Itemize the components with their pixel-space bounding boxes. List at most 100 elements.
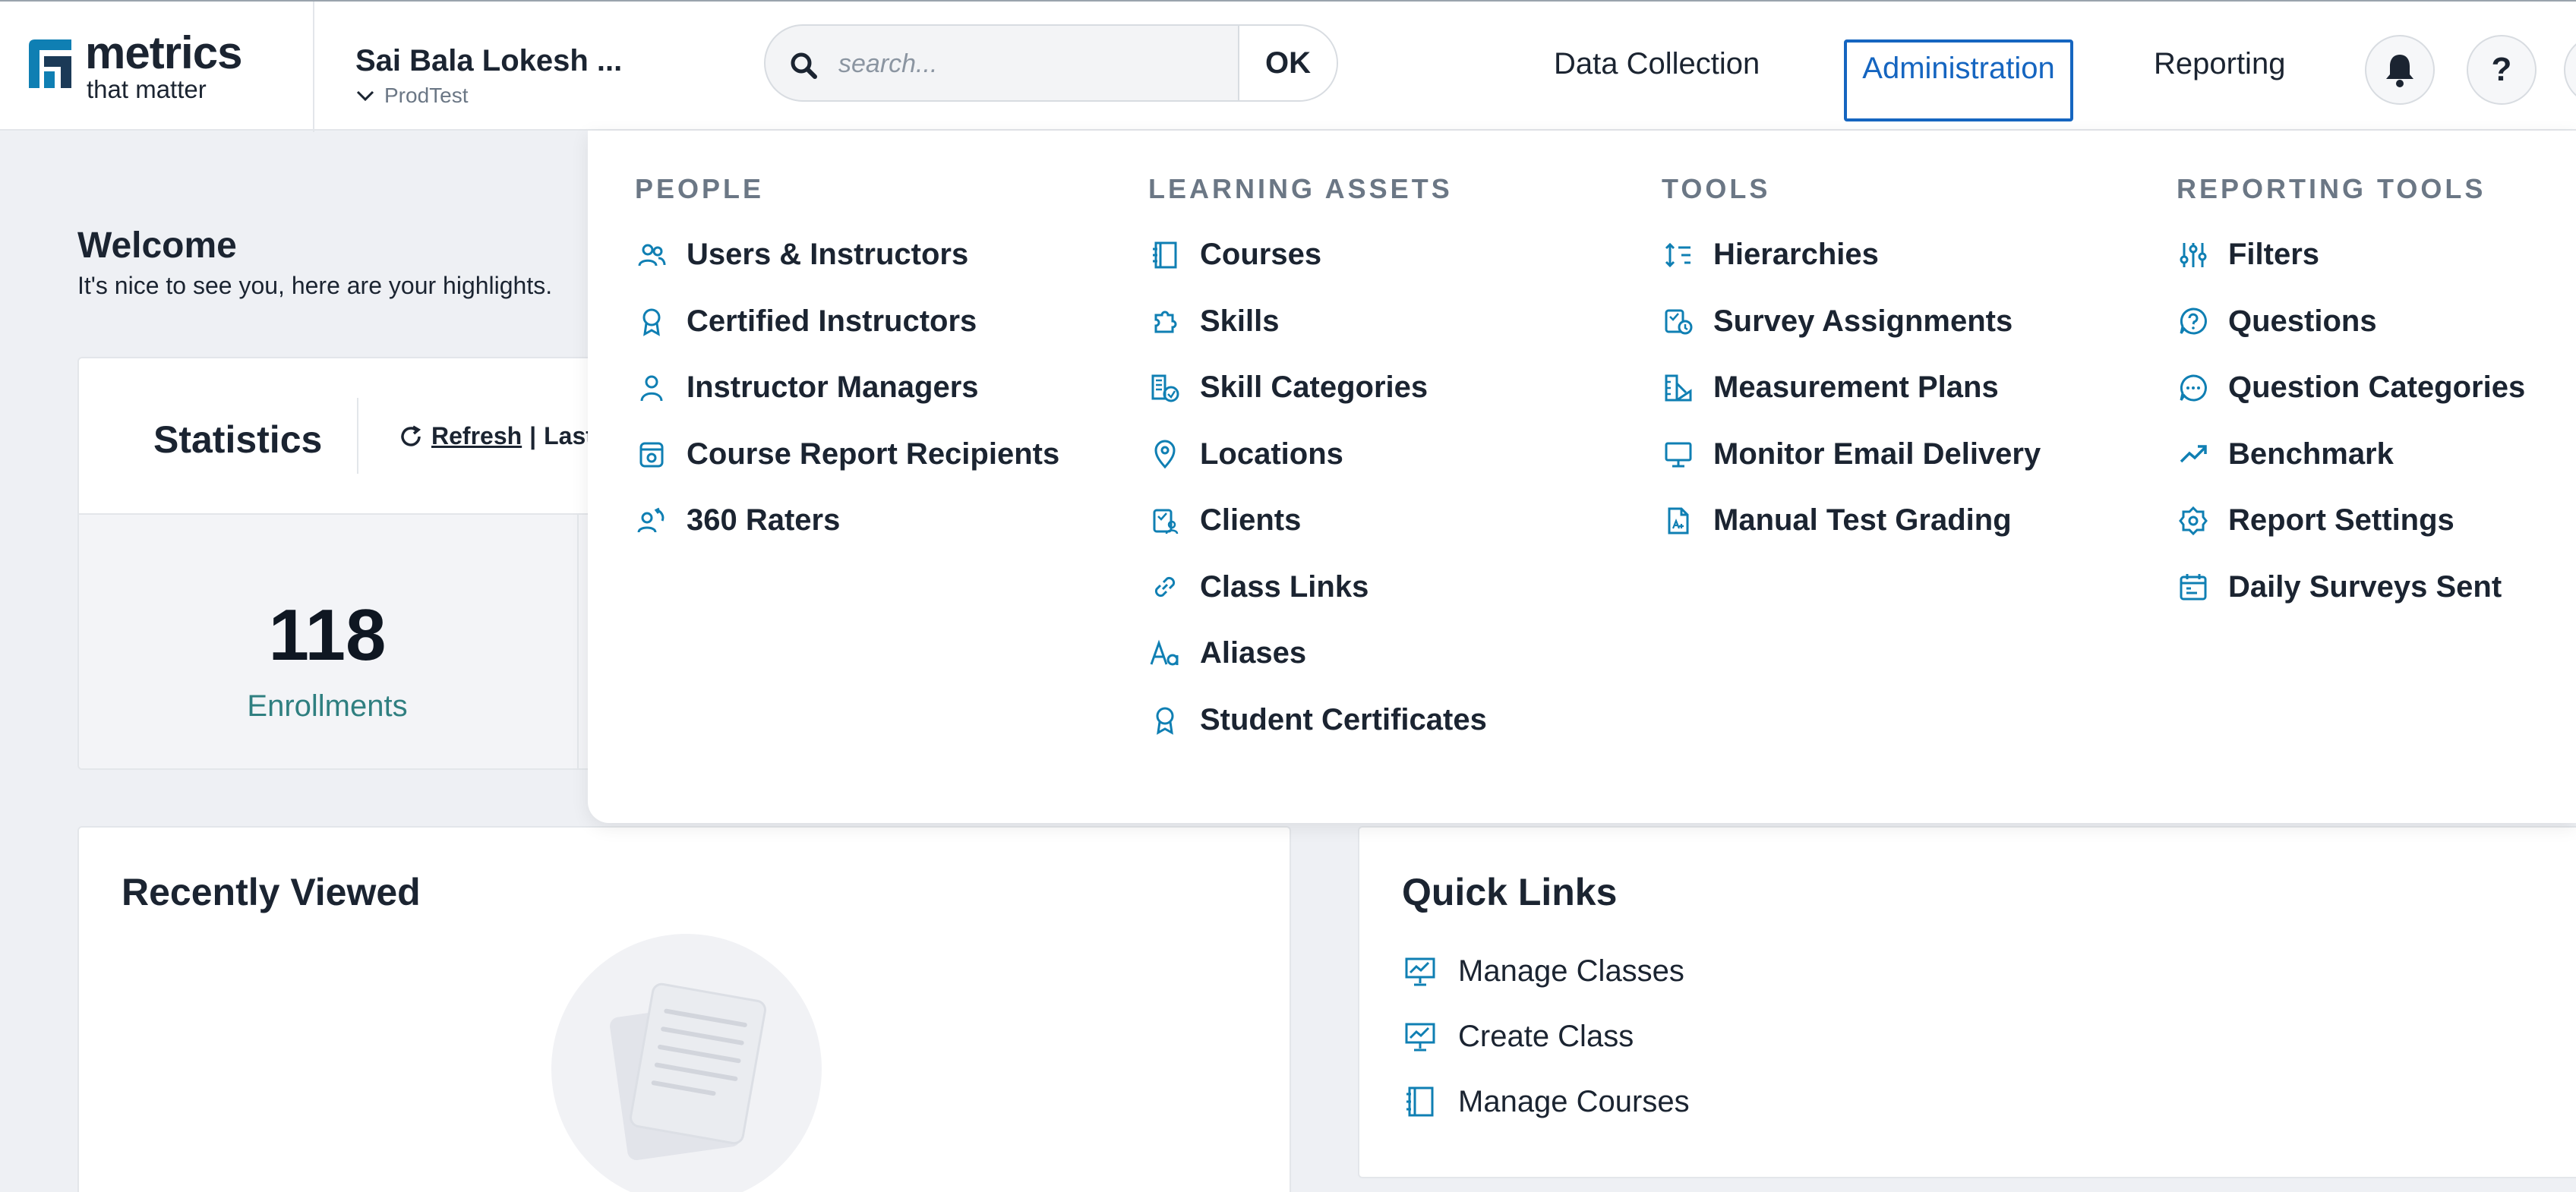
menu-item-benchmark[interactable]: Benchmark	[2177, 421, 2525, 488]
menu-item-report-settings[interactable]: Report Settings	[2177, 487, 2525, 554]
menu-item-label: Skills	[1200, 304, 1280, 338]
help-button[interactable]: ?	[2467, 35, 2537, 105]
menu-item-questions[interactable]: Questions	[2177, 289, 2525, 355]
refresh-separator: |	[529, 422, 537, 449]
search-icon	[791, 52, 817, 79]
menu-item-label: Report Settings	[2228, 503, 2454, 538]
trend-icon	[2177, 437, 2210, 471]
period-label[interactable]: Last	[544, 422, 594, 450]
sliders-icon	[2177, 238, 2210, 272]
stat-label-enrollments: Enrollments	[247, 689, 408, 723]
menu-item-course-report-recipients[interactable]: Course Report Recipients	[635, 421, 1059, 488]
menu-column-title: PEOPLE	[635, 173, 765, 204]
menu-item-survey-assignments[interactable]: Survey Assignments	[1662, 289, 2041, 355]
certificate-icon	[1148, 703, 1182, 736]
org-switcher[interactable]: ProdTest	[355, 84, 469, 108]
menu-item-measurement-plans[interactable]: Measurement Plans	[1662, 355, 2041, 421]
quick-links-card: Quick Links Manage Classes Create Class …	[1358, 826, 2576, 1178]
recently-viewed-card: Recently Viewed	[77, 826, 1291, 1192]
notifications-button[interactable]	[2365, 35, 2435, 105]
menu-item-manual-test-grading[interactable]: Manual Test Grading	[1662, 487, 2041, 554]
refresh-control: Refresh | Last	[398, 422, 594, 450]
link-icon	[1148, 570, 1182, 604]
menu-item-label: Skill Categories	[1200, 371, 1428, 405]
nav-administration[interactable]: Administration	[1844, 39, 2073, 121]
menu-item-label: Survey Assignments	[1713, 304, 2013, 338]
menu-column-people: PEOPLE Users & Instructors Certified Ins…	[635, 173, 1059, 554]
map-pin-icon	[1148, 437, 1182, 471]
nav-data-collection[interactable]: Data Collection	[1554, 47, 1760, 81]
menu-item-question-categories[interactable]: Question Categories	[2177, 355, 2525, 421]
menu-item-label: Class Links	[1200, 569, 1369, 604]
menu-item-skills[interactable]: Skills	[1148, 289, 1487, 355]
quick-link-manage-classes[interactable]: Manage Classes	[1402, 938, 1690, 1004]
menu-item-label: Hierarchies	[1713, 238, 1879, 272]
chevron-down-icon	[356, 90, 374, 102]
menu-item-users-instructors[interactable]: Users & Instructors	[635, 222, 1059, 289]
book-icon	[1148, 238, 1182, 272]
menu-item-label: Student Certificates	[1200, 702, 1487, 736]
menu-item-label: Locations	[1200, 437, 1343, 471]
menu-column-title: LEARNING ASSETS	[1148, 173, 1453, 204]
quick-link-label: Manage Courses	[1458, 1084, 1690, 1118]
org-name: ProdTest	[384, 84, 469, 107]
documents-icon	[610, 982, 766, 1160]
menu-item-monitor-email-delivery[interactable]: Monitor Email Delivery	[1662, 421, 2041, 488]
welcome-subtitle: It's nice to see you, here are your high…	[77, 272, 553, 299]
document-icon	[1662, 504, 1695, 538]
nav-reporting[interactable]: Reporting	[2154, 47, 2285, 81]
aliases-icon	[1148, 637, 1182, 670]
menu-item-360-raters[interactable]: 360 Raters	[635, 487, 1059, 554]
presentation-icon	[1402, 953, 1438, 989]
menu-item-label: Certified Instructors	[687, 304, 977, 338]
menu-item-instructor-managers[interactable]: Instructor Managers	[635, 355, 1059, 421]
menu-item-filters[interactable]: Filters	[2177, 222, 2525, 289]
quick-link-create-class[interactable]: Create Class	[1402, 1004, 1690, 1069]
monitor-icon	[1662, 437, 1695, 471]
award-icon	[635, 304, 668, 338]
menu-item-label: Clients	[1200, 503, 1302, 538]
welcome-title: Welcome	[77, 225, 237, 266]
menu-item-label: Aliases	[1200, 636, 1307, 670]
user-icon	[635, 371, 668, 405]
menu-item-courses[interactable]: Courses	[1148, 222, 1487, 289]
users-icon	[635, 238, 668, 272]
search-ok-button[interactable]: OK	[1238, 26, 1337, 100]
menu-item-skill-categories[interactable]: Skill Categories	[1148, 355, 1487, 421]
profile-button[interactable]	[2564, 35, 2576, 105]
quick-links-title: Quick Links	[1402, 871, 1618, 913]
administration-mega-menu: PEOPLE Users & Instructors Certified Ins…	[588, 131, 2576, 823]
menu-item-class-links[interactable]: Class Links	[1148, 554, 1487, 621]
skill-categories-icon	[1148, 371, 1182, 405]
menu-item-label: 360 Raters	[687, 503, 841, 538]
menu-item-label: Courses	[1200, 238, 1322, 272]
bell-icon	[2386, 55, 2413, 87]
menu-item-label: Instructor Managers	[687, 371, 979, 405]
statistics-title: Statistics	[153, 418, 323, 461]
search-input[interactable]	[838, 43, 1233, 85]
calendar-icon	[2177, 570, 2210, 604]
menu-item-label: Users & Instructors	[687, 238, 969, 272]
quick-link-manage-courses[interactable]: Manage Courses	[1402, 1069, 1690, 1134]
logo[interactable]: metrics that matter	[23, 30, 289, 106]
logo-mark-icon	[29, 39, 71, 88]
statistics-divider	[357, 398, 358, 474]
menu-item-locations[interactable]: Locations	[1148, 421, 1487, 488]
user-name[interactable]: Sai Bala Lokesh ...	[355, 44, 622, 78]
report-icon	[635, 437, 668, 471]
menu-item-daily-surveys-sent[interactable]: Daily Surveys Sent	[2177, 554, 2525, 621]
menu-item-student-certificates[interactable]: Student Certificates	[1148, 687, 1487, 754]
menu-item-label: Questions	[2228, 304, 2377, 338]
menu-item-label: Manual Test Grading	[1713, 503, 2012, 538]
menu-item-aliases[interactable]: Aliases	[1148, 620, 1487, 687]
refresh-link[interactable]: Refresh	[431, 422, 522, 450]
menu-item-clients[interactable]: Clients	[1148, 487, 1487, 554]
question-icon	[2177, 304, 2210, 338]
recently-viewed-title: Recently Viewed	[122, 871, 421, 913]
hierarchy-icon	[1662, 238, 1695, 272]
menu-item-hierarchies[interactable]: Hierarchies	[1662, 222, 2041, 289]
menu-item-label: Course Report Recipients	[687, 437, 1060, 471]
quick-links-list: Manage Classes Create Class Manage Cours…	[1402, 938, 1690, 1134]
presentation-icon	[1402, 1018, 1438, 1055]
menu-item-certified-instructors[interactable]: Certified Instructors	[635, 289, 1059, 355]
